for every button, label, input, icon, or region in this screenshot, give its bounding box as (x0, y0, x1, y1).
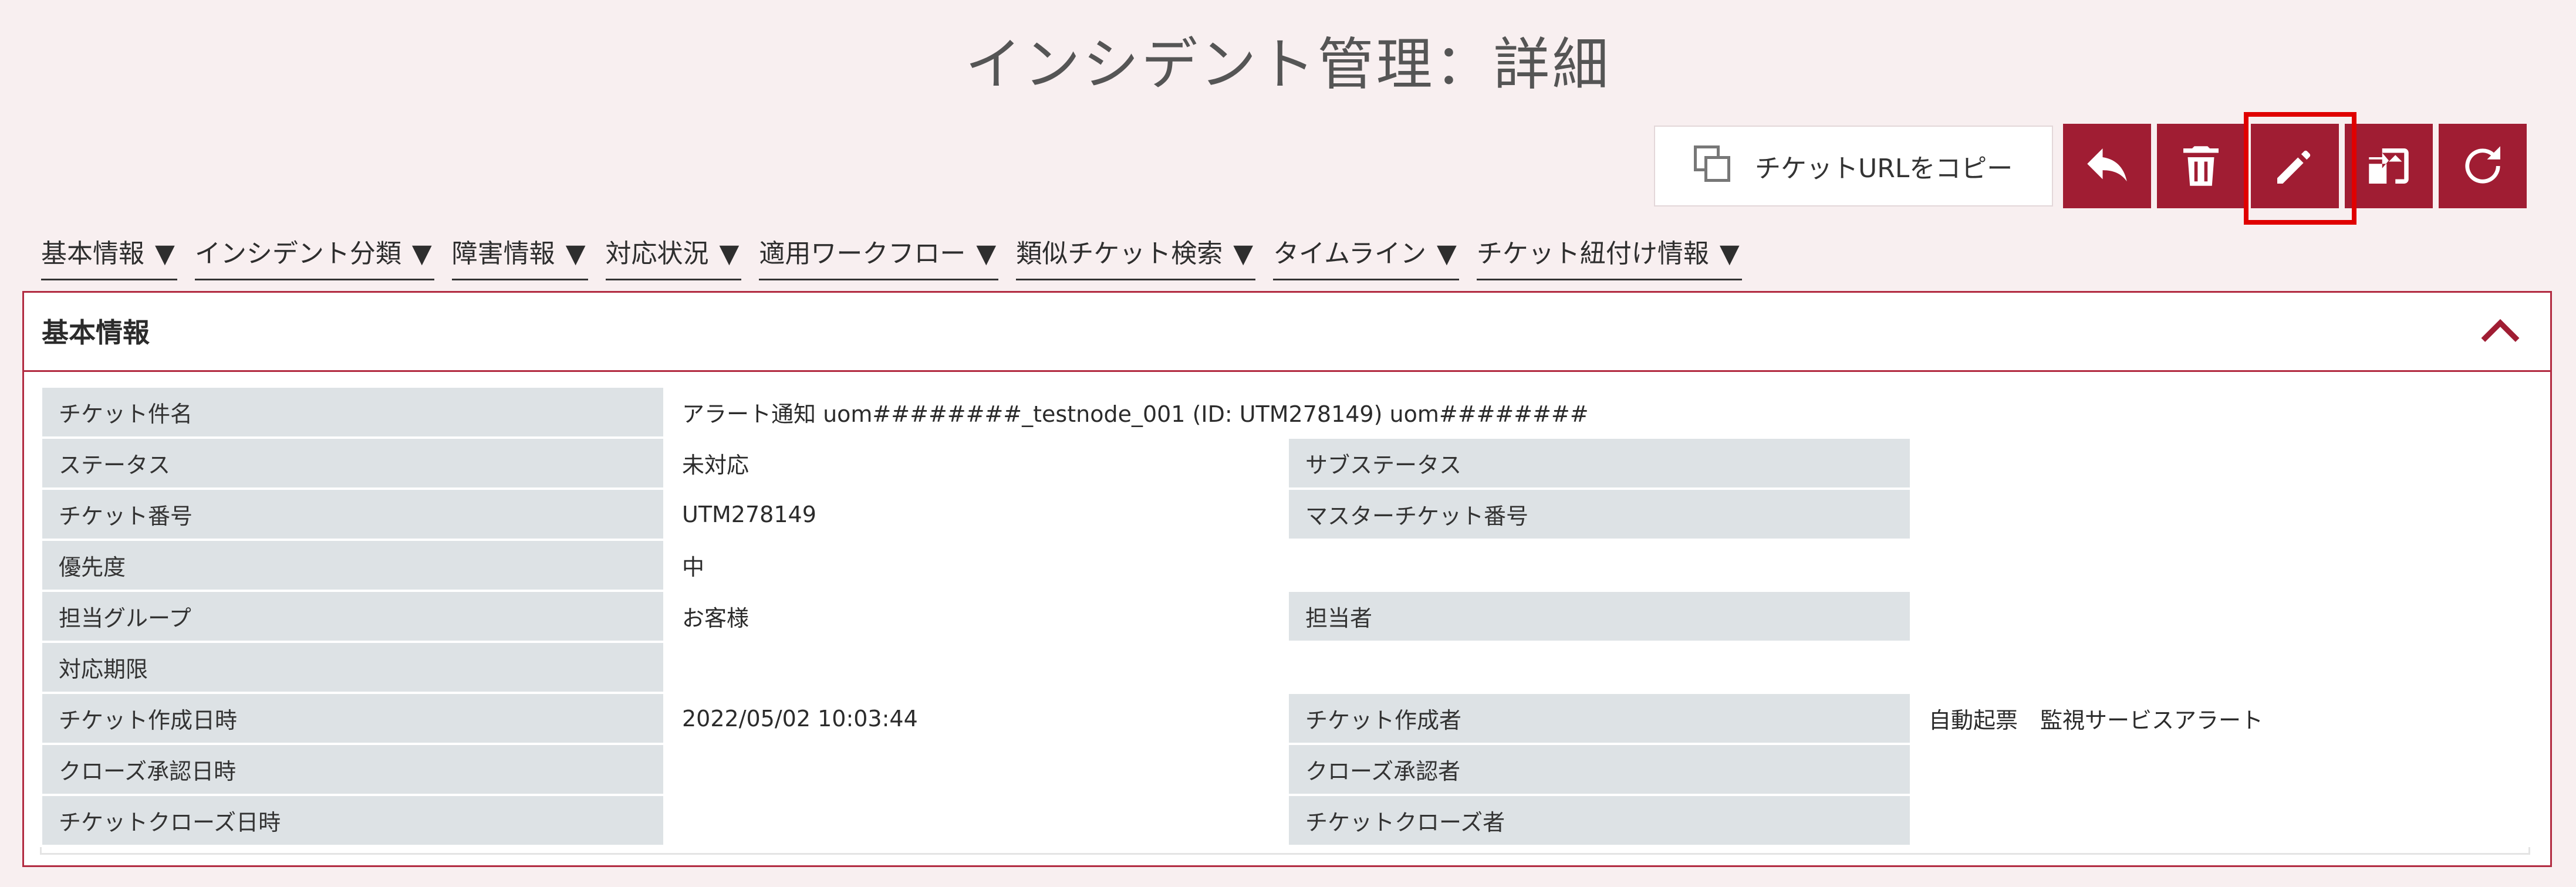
detail-table: チケット件名 アラート通知 uom########_testnode_001 (I… (40, 385, 2533, 847)
table-row: クローズ承認日時 クローズ承認者 (40, 743, 2533, 796)
section-title: 基本情報 (42, 317, 150, 348)
field-label: サブステータス (1287, 436, 1912, 490)
field-value: 中 (663, 539, 2533, 592)
field-label: チケット番号 (40, 487, 666, 541)
field-label: チケット作成日時 (40, 692, 666, 745)
field-label: クローズ承認者 (1287, 743, 1912, 796)
field-value (1909, 487, 2533, 541)
field-label: 担当グループ (40, 590, 666, 643)
field-label: チケットクローズ日時 (40, 794, 666, 847)
field-label: クローズ承認日時 (40, 743, 666, 796)
table-row: チケット作成日時 2022/05/02 10:03:44 チケット作成者 自動起票 監… (40, 692, 2533, 745)
field-label: チケット作成者 (1287, 692, 1912, 745)
field-label: ステータス (40, 436, 666, 490)
field-value: お客様 (663, 590, 1289, 643)
field-label: チケット件名 (40, 385, 666, 439)
back-button[interactable] (2063, 124, 2151, 208)
field-value: アラート通知 uom########_testnode_001 (ID: UTM… (663, 385, 2533, 439)
field-label: 担当者 (1287, 590, 1912, 643)
nav-item-basic-info[interactable]: 基本情報 ▼ (41, 233, 177, 280)
swap-icon (2369, 148, 2409, 184)
table-row: チケット番号 UTM278149 マスターチケット番号 (40, 487, 2533, 541)
delete-button[interactable] (2157, 124, 2245, 208)
basic-info-section: 基本情報 チケット件名 アラート通知 uom########_testnode_0… (22, 291, 2552, 867)
field-value (663, 641, 2533, 694)
refresh-icon (2465, 146, 2500, 184)
nav-item-timeline[interactable]: タイムライン ▼ (1273, 233, 1459, 280)
field-value (663, 794, 1289, 847)
field-value (1909, 743, 2533, 796)
swap-button[interactable] (2345, 124, 2433, 208)
refresh-button[interactable] (2439, 124, 2527, 208)
field-value: 自動起票 監視サービスアラート (1909, 692, 2533, 745)
field-value: 未対応 (663, 436, 1289, 490)
trash-icon (2183, 146, 2219, 186)
nav-item-similar-ticket[interactable]: 類似チケット検索 ▼ (1016, 233, 1256, 280)
table-row: 担当グループ お客様 担当者 (40, 590, 2533, 643)
copy-url-button[interactable]: チケットURLをコピー (1654, 126, 2053, 206)
table-row: チケットクローズ日時 チケットクローズ者 (40, 794, 2533, 847)
section-nav: 基本情報 ▼ インシデント分類 ▼ 障害情報 ▼ 対応状況 ▼ 適用ワークフロー ▼ 類似… (41, 233, 1760, 280)
table-row: 優先度中 (40, 539, 2533, 592)
section-header: 基本情報 (24, 293, 2550, 372)
table-row: 対応期限 (40, 641, 2533, 694)
chevron-up-icon[interactable] (2480, 315, 2521, 348)
field-value (1909, 794, 2533, 847)
field-value (663, 743, 1289, 796)
back-icon (2087, 148, 2127, 182)
copy-url-label: チケットURLをコピー (1755, 154, 2013, 184)
table-row: チケット件名 アラート通知 uom########_testnode_001 (I… (40, 385, 2533, 439)
nav-item-failure-info[interactable]: 障害情報 ▼ (451, 233, 588, 280)
field-value (1909, 436, 2533, 490)
field-label: 対応期限 (40, 641, 666, 694)
field-label: チケットクローズ者 (1287, 794, 1912, 847)
copy-icon (1694, 145, 1735, 187)
field-value: UTM278149 (663, 487, 1289, 541)
table-row: ステータス 未対応 サブステータス (40, 436, 2533, 490)
nav-item-incident-category[interactable]: インシデント分類 ▼ (194, 233, 434, 280)
nav-item-response-status[interactable]: 対応状況 ▼ (605, 233, 742, 280)
field-label: 優先度 (40, 539, 666, 592)
page-title: インシデント管理：詳細 (965, 32, 1611, 97)
edit-button-highlight (2244, 112, 2356, 225)
field-value: 2022/05/02 10:03:44 (663, 692, 1289, 745)
field-label: マスターチケット番号 (1287, 487, 1912, 541)
field-value (1909, 590, 2533, 643)
nav-item-ticket-links[interactable]: チケット紐付け情報 ▼ (1476, 233, 1742, 280)
nav-item-workflow[interactable]: 適用ワークフロー ▼ (759, 233, 999, 280)
